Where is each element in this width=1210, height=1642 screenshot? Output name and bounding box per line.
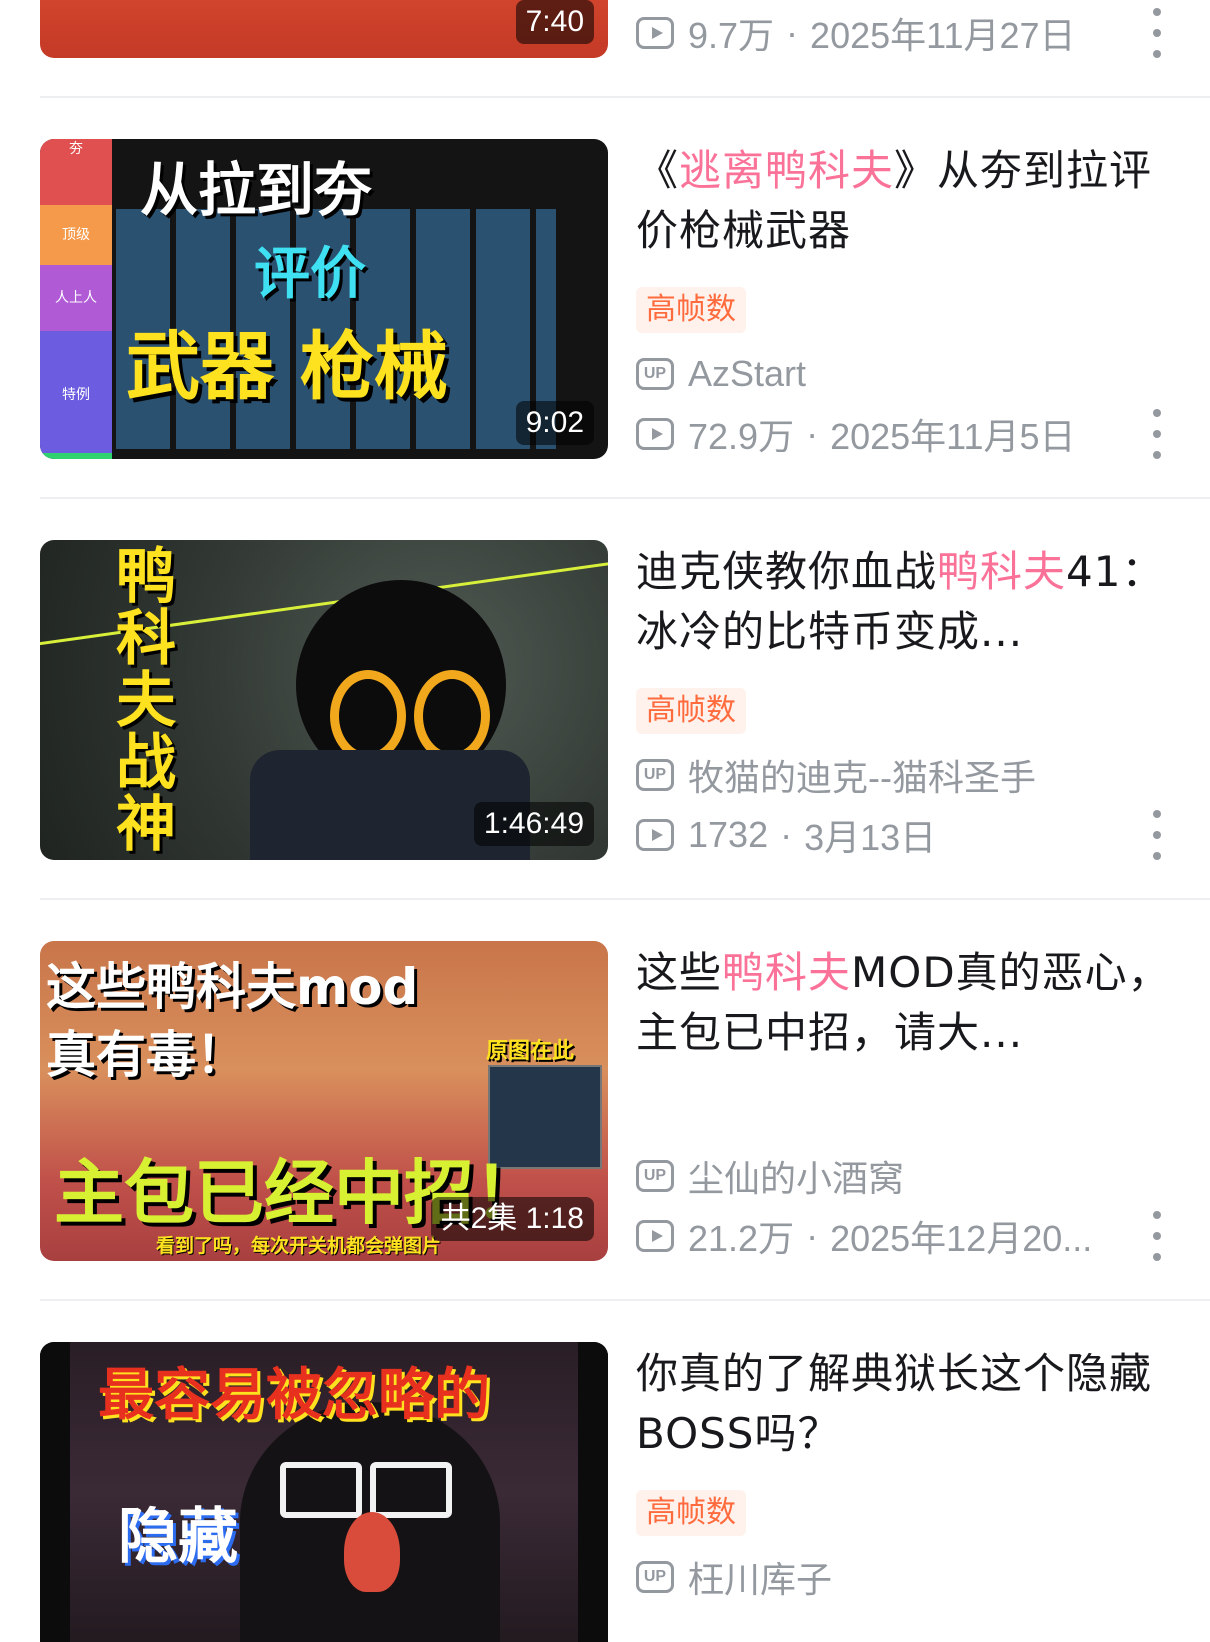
video-thumbnail[interactable]: 最容易被忽略的 隐藏 (40, 1342, 608, 1642)
keyword-highlight: 鸭科夫 (722, 948, 852, 997)
uploader-row[interactable]: UP 牧猫的迪克--猫科圣手 (636, 750, 1036, 800)
video-stats: 9.7万 · 2025年11月27日 (636, 8, 1076, 58)
view-count: 72.9万 (688, 416, 795, 457)
video-duration: 7:40 (515, 0, 594, 44)
uploader-name: 枉川库子 (688, 1559, 833, 1600)
uploader-row[interactable]: UP 尘仙的小酒窝 (636, 1151, 904, 1201)
video-stats: 1732 · 3月13日 (636, 810, 936, 860)
tier-label: 特例 (40, 331, 112, 459)
more-icon[interactable] (1150, 409, 1164, 459)
publish-date: 2025年11月27日 (810, 15, 1076, 56)
thumbnail-top-text: 最容易被忽略的 (98, 1363, 490, 1428)
more-icon[interactable] (1150, 1211, 1164, 1261)
uploader-row[interactable]: UP AzStart (636, 349, 806, 399)
thumbnail-line2: 真有毒！ (46, 1026, 246, 1084)
uploader-row[interactable]: UP 枉川库子 (636, 1552, 832, 1602)
thumbnail-line1: 这些鸭科夫mod (46, 958, 419, 1016)
thumbnail-header: 从拉到夯 (140, 156, 373, 224)
thumbnail-caption: 看到了吗，每次开关机都会弹图片 (156, 1235, 442, 1257)
play-count-icon (636, 1220, 674, 1252)
video-thumbnail[interactable]: 这些鸭科夫mod 真有毒！ 原图在此 主包已经中招！ 看到了吗，每次开关机都会弹… (40, 941, 608, 1261)
video-title[interactable]: 《逃离鸭科夫》从夯到拉评价枪械武器 (636, 141, 1176, 261)
video-duration: 共2集 1:18 (430, 1197, 594, 1241)
play-count-icon (636, 819, 674, 851)
view-count: 9.7万 (688, 15, 775, 56)
quality-badge: 高帧数 (636, 1490, 746, 1536)
view-count: 21.2万 (688, 1218, 795, 1259)
video-duration: 9:02 (515, 401, 594, 445)
bird-character (240, 1402, 500, 1642)
tier-label: 夯 (40, 139, 112, 205)
divider (40, 96, 1210, 98)
divider (40, 1299, 1210, 1301)
tier-label: 顶级 (40, 205, 112, 265)
play-count-icon (636, 418, 674, 450)
thumbnail-main-text: 武器 枪械 (126, 324, 448, 410)
video-thumbnail[interactable]: 7:40 (40, 0, 608, 58)
video-stats: 72.9万 · 2025年11月5日 (636, 409, 1076, 459)
publish-date: 2025年12月20... (830, 1218, 1093, 1259)
video-title[interactable]: 迪克侠教你血战鸭科夫41：冰冷的比特币变成... (636, 542, 1176, 662)
video-title[interactable]: 你真的了解典狱长这个隐藏BOSS吗？ (636, 1344, 1176, 1464)
keyword-highlight: 鸭科夫 (937, 547, 1067, 596)
video-stats: 21.2万 · 2025年12月20... (636, 1211, 1092, 1261)
uploader-icon: UP (636, 759, 674, 791)
uploader-icon: UP (636, 358, 674, 390)
thumbnail-corner-label: 原图在此 (486, 1039, 575, 1064)
publish-date: 3月13日 (804, 817, 937, 858)
uploader-name: 尘仙的小酒窝 (688, 1158, 905, 1199)
keyword-highlight: 逃离鸭科夫 (679, 146, 895, 195)
quality-badge: 高帧数 (636, 688, 746, 734)
quality-badge: 高帧数 (636, 287, 746, 333)
divider (40, 497, 1210, 499)
more-icon[interactable] (1150, 810, 1164, 860)
video-thumbnail[interactable]: 鸭科夫战神 1:46:49 (40, 540, 608, 860)
play-count-icon (636, 17, 674, 49)
publish-date: 2025年11月5日 (830, 416, 1076, 457)
uploader-name: AzStart (688, 353, 807, 394)
video-title[interactable]: 这些鸭科夫MOD真的恶心，主包已中招，请大... (636, 943, 1176, 1063)
video-duration: 1:46:49 (473, 802, 594, 846)
thumbnail-vertical-text: 鸭科夫战神 (116, 542, 176, 860)
thumbnail-subtitle: 评价 (254, 242, 366, 307)
divider (40, 898, 1210, 900)
uploader-icon: UP (636, 1561, 674, 1593)
uploader-icon: UP (636, 1160, 674, 1192)
video-thumbnail[interactable]: 夯 顶级 人上人 特例 从拉到夯 评价 武器 枪械 9:02 (40, 139, 608, 459)
tier-label: 人上人 (40, 265, 112, 331)
thumbnail-mid-text: 隐藏 (118, 1502, 238, 1572)
view-count: 1732 (688, 814, 769, 855)
uploader-name: 牧猫的迪克--猫科圣手 (688, 757, 1036, 798)
more-icon[interactable] (1150, 8, 1164, 58)
